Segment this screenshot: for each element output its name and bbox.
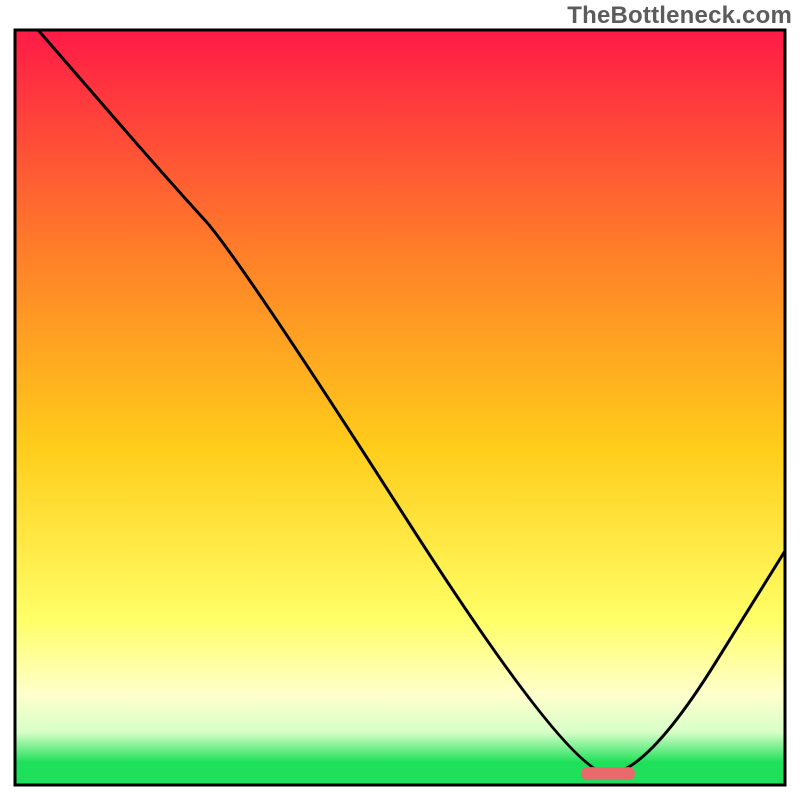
optimal-marker (581, 767, 635, 780)
chart-stage: TheBottleneck.com (0, 0, 800, 800)
bottleneck-chart (0, 0, 800, 800)
gradient-background (15, 30, 785, 785)
watermark-text: TheBottleneck.com (567, 2, 792, 30)
